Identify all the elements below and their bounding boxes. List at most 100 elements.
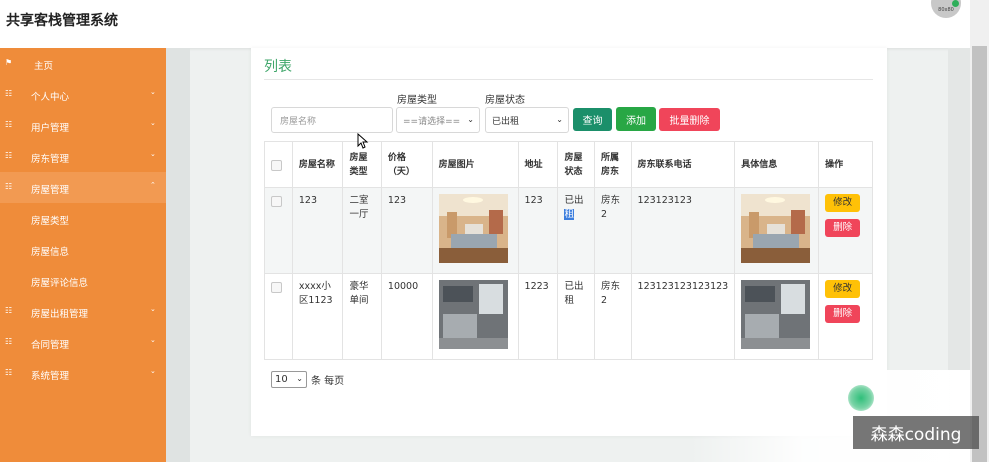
content-gutter: [166, 48, 190, 462]
delete-button[interactable]: 删除: [825, 219, 861, 237]
table-row: 123 二室一厅 123 123 已出租 房东2 123123123 修改 删除: [264, 187, 873, 274]
house-photo-image: [438, 194, 508, 263]
cell-address: 123: [517, 187, 559, 274]
sidebar-item-houses[interactable]: ☷ 房屋管理 ⌃: [0, 172, 166, 203]
grid-icon: ☷: [5, 182, 13, 191]
online-status-dot: [952, 0, 959, 7]
table-header-row: 房屋名称 房屋类型 价格（天） 房屋图片 地址 房屋状态 所属房东 房东联系电话…: [264, 141, 873, 188]
pagination: 10 ⌄ 条 每页: [271, 371, 344, 388]
cell-actions: 修改 删除: [818, 187, 873, 274]
sidebar-item-label: 主页: [34, 61, 54, 72]
row-checkbox[interactable]: [271, 282, 282, 293]
sidebar-subitem-label: 房屋信息: [31, 247, 70, 258]
sidebar-item-label: 系统管理: [31, 371, 70, 382]
cell-type: 二室一厅: [342, 187, 382, 274]
select-all-checkbox[interactable]: [271, 160, 282, 171]
row-checkbox[interactable]: [271, 196, 282, 207]
select-all-cell: [264, 141, 293, 188]
house-photo-image: [438, 280, 508, 349]
sidebar-subitem-house-info[interactable]: 房屋信息: [0, 234, 166, 265]
house-name-input[interactable]: 房屋名称: [271, 107, 393, 133]
page-size-select[interactable]: 10 ⌄: [271, 371, 307, 388]
add-button[interactable]: 添加: [616, 107, 656, 131]
cell-type: 豪华单间: [342, 273, 382, 360]
sidebar-item-label: 房屋管理: [31, 185, 70, 196]
table-header: 所属房东: [594, 141, 632, 188]
grid-icon: ☷: [5, 120, 13, 129]
sidebar-item-personal-center[interactable]: ☷ 个人中心 ⌄: [0, 79, 166, 110]
sidebar-item-rentals[interactable]: ☷ 房屋出租管理 ⌄: [0, 296, 166, 327]
grid-icon: ☷: [5, 151, 13, 160]
house-detail-image: [741, 280, 811, 349]
cell-detail-image: [734, 273, 820, 360]
sidebar-item-label: 用户管理: [31, 123, 70, 134]
sidebar-item-users[interactable]: ☷ 用户管理 ⌄: [0, 110, 166, 141]
page-size-value: 10: [275, 374, 288, 385]
chevron-down-icon: ⌄: [150, 150, 156, 158]
table-header: 房东联系电话: [630, 141, 736, 188]
cell-price: 123: [380, 187, 433, 274]
chevron-down-icon: ⌄: [556, 115, 563, 124]
chevron-down-icon: ⌄: [150, 367, 156, 375]
scrollbar-thumb[interactable]: [972, 46, 987, 462]
watermark: 森森coding: [853, 416, 979, 449]
cell-owner: 房东2: [594, 273, 632, 360]
sidebar-subitem-house-types[interactable]: 房屋类型: [0, 203, 166, 234]
edit-button[interactable]: 修改: [825, 194, 861, 212]
edit-button[interactable]: 修改: [825, 280, 861, 298]
house-status-label: 房屋状态: [485, 95, 525, 106]
chevron-down-icon: ⌄: [150, 88, 156, 96]
sidebar-subitem-house-comments[interactable]: 房屋评论信息: [0, 265, 166, 296]
chevron-down-icon: ⌄: [150, 336, 156, 344]
table-header: 具体信息: [734, 141, 820, 188]
sidebar-item-contracts[interactable]: ☷ 合同管理 ⌄: [0, 327, 166, 358]
chevron-down-icon: ⌄: [296, 374, 303, 383]
cell-phone: 123123123123123: [630, 273, 736, 360]
sidebar-item-landlords[interactable]: ☷ 房东管理 ⌄: [0, 141, 166, 172]
sidebar-subitem-label: 房屋类型: [31, 216, 70, 227]
divider: [264, 79, 873, 80]
grid-icon: ☷: [5, 337, 13, 346]
status-text: 已出: [564, 195, 584, 206]
cell-actions: 修改 删除: [818, 273, 873, 360]
house-type-select[interactable]: ==请选择== ⌄: [396, 107, 480, 133]
sidebar-item-home[interactable]: ⚑ 主页: [0, 48, 166, 79]
row-select-cell: [264, 187, 293, 274]
app-title: 共享客栈管理系统: [6, 13, 118, 29]
sidebar-item-label: 房屋出租管理: [31, 309, 89, 320]
cell-owner: 房东2: [594, 187, 632, 274]
chevron-down-icon: ⌄: [467, 115, 474, 124]
cell-name: xxxx小区1123: [291, 273, 344, 360]
cell-status: 已出租: [557, 273, 595, 360]
house-status-select[interactable]: 已出租 ⌄: [485, 107, 569, 133]
page-size-suffix: 条 每页: [311, 376, 345, 387]
house-table: 房屋名称 房屋类型 价格（天） 房屋图片 地址 房屋状态 所属房东 房东联系电话…: [264, 141, 873, 360]
grid-icon: ☷: [5, 306, 13, 315]
sidebar: ⚑ 主页 ☷ 个人中心 ⌄ ☷ 用户管理 ⌄ ☷ 房东管理 ⌄ ☷ 房屋管理 ⌃…: [0, 48, 166, 462]
delete-button[interactable]: 删除: [825, 305, 861, 323]
cell-detail-image: [734, 187, 820, 274]
cell-status: 已出租: [557, 187, 595, 274]
row-select-cell: [264, 273, 293, 360]
search-button[interactable]: 查询: [573, 108, 612, 131]
page-title: 列表: [264, 59, 292, 75]
cell-image: [431, 187, 519, 274]
table-row: xxxx小区1123 豪华单间 10000 1223 已出租 房东2 12312…: [264, 273, 873, 360]
sidebar-item-label: 房东管理: [31, 154, 70, 165]
status-text: 已出: [564, 281, 584, 292]
flag-icon: ⚑: [5, 58, 13, 67]
sidebar-item-label: 合同管理: [31, 340, 70, 351]
table-header: 操作: [818, 141, 873, 188]
house-detail-image: [741, 194, 811, 263]
grid-icon: ☷: [5, 89, 13, 98]
table-header: 房屋名称: [291, 141, 344, 188]
sidebar-item-system[interactable]: ☷ 系统管理 ⌄: [0, 358, 166, 389]
floating-action-icon[interactable]: [848, 385, 874, 411]
cell-address: 1223: [517, 273, 559, 360]
cell-image: [431, 273, 519, 360]
table-header: 地址: [517, 141, 559, 188]
house-name-placeholder: 房屋名称: [280, 116, 317, 127]
batch-delete-button[interactable]: 批量删除: [659, 108, 720, 131]
cell-name: 123: [291, 187, 344, 274]
table-header: 房屋图片: [431, 141, 519, 188]
